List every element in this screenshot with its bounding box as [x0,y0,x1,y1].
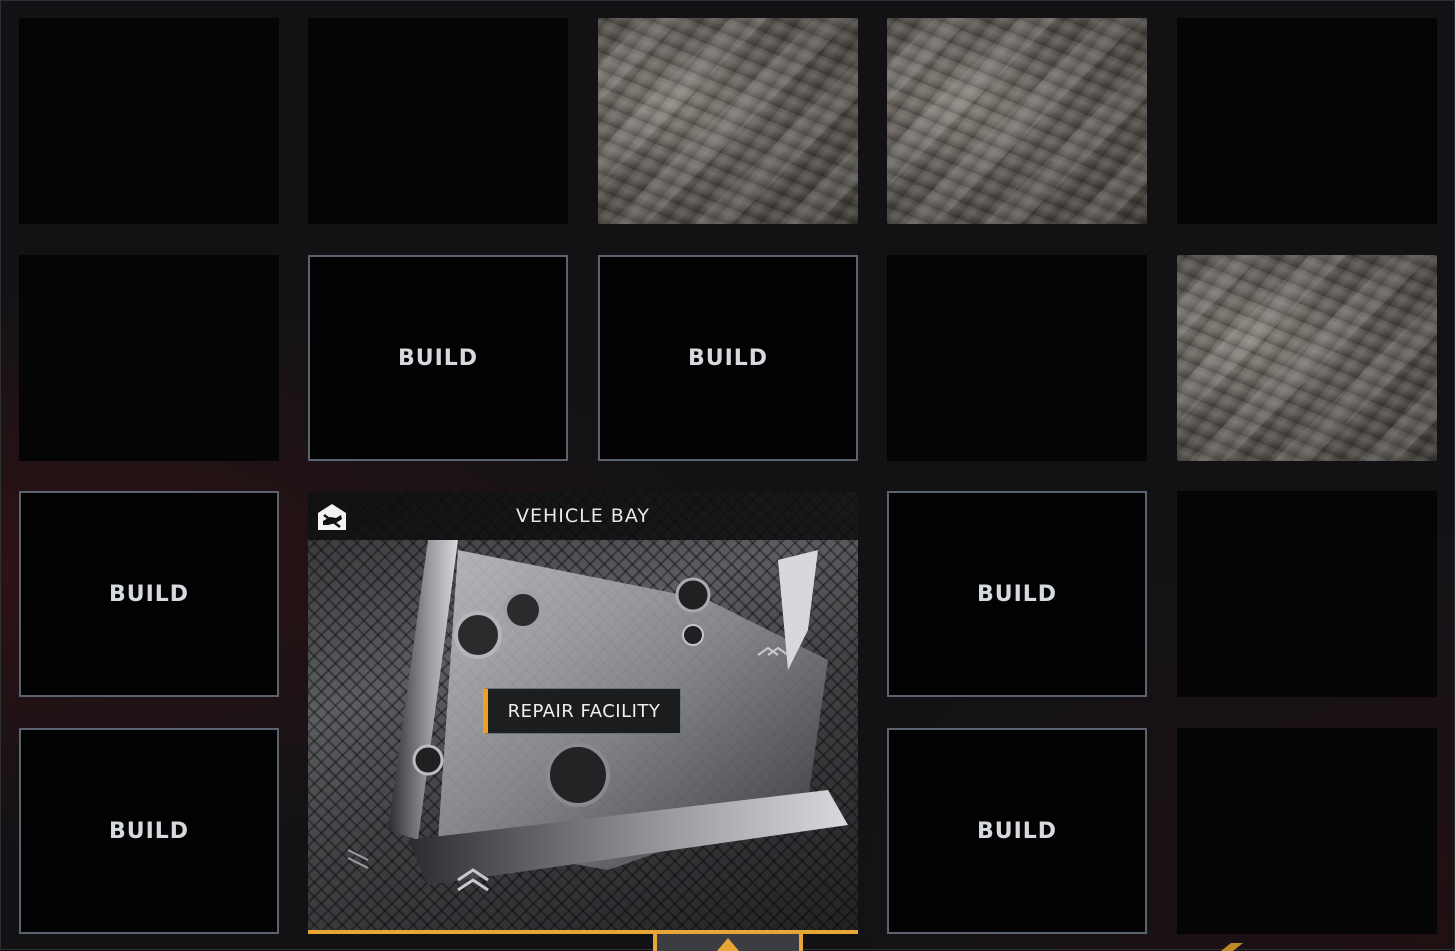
base-grid-panel: BUILD BUILD BUILD BUILD BUILD BUILD VEHI… [0,0,1455,951]
build-label: BUILD [108,581,190,607]
build-label: BUILD [976,818,1058,844]
facility-header: VEHICLE BAY [308,492,858,540]
expand-tab-button[interactable] [653,934,803,951]
vehicle-bay-card[interactable]: VEHICLE BAY REPAIR FACILITY [308,492,858,934]
build-label: BUILD [687,345,769,371]
chevron-up-icon [717,938,739,951]
rock-terrain-tile [887,18,1147,224]
build-label: BUILD [108,818,190,844]
build-slot-button[interactable]: BUILD [19,491,279,697]
build-slot-button[interactable]: BUILD [887,491,1147,697]
empty-slot [19,255,279,461]
empty-slot [19,18,279,224]
build-slot-button[interactable]: BUILD [19,728,279,934]
repair-facility-label: REPAIR FACILITY [483,688,681,734]
rock-terrain-tile [1177,255,1437,461]
repair-facility-text: REPAIR FACILITY [507,700,661,722]
rock-terrain-tile [598,18,858,224]
build-slot-button[interactable]: BUILD [887,728,1147,934]
empty-slot [1177,18,1437,224]
build-slot-button[interactable]: BUILD [598,255,858,461]
ship-image [308,540,858,930]
facility-title: VEHICLE BAY [516,505,650,527]
vehicle-bay-icon [318,504,346,530]
empty-slot [308,18,568,224]
build-slot-button[interactable]: BUILD [308,255,568,461]
empty-slot [1177,728,1437,934]
build-label: BUILD [976,581,1058,607]
build-label: BUILD [397,345,479,371]
empty-slot [887,255,1147,461]
empty-slot [1177,491,1437,697]
